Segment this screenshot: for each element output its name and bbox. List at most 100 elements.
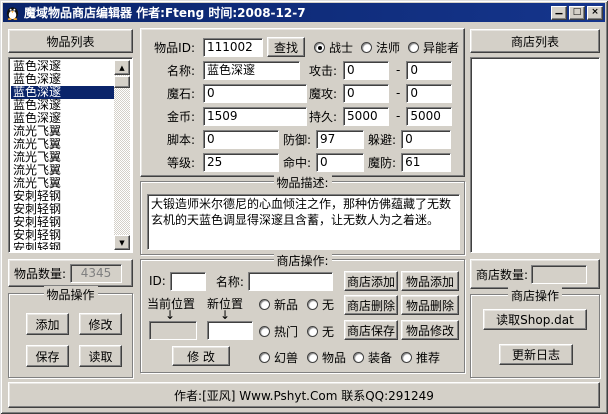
maximize-button[interactable]: □ [569,6,585,20]
description-legend: 物品描述: [273,174,331,191]
title-bar[interactable]: 魔域物品商店编辑器 作者:Fteng 时间:2008-12-7 ▁ □ × [3,3,605,22]
shop-ops-group: 商店操作: ID: 名称: 商店添加 物品添加 当前位置 新位置 ↓ ↓ 新品 … [140,259,465,373]
shop-id-field[interactable] [170,272,206,291]
description-group: 物品描述: 大锻造师米尔德尼的心血倾注之作，那种仿佛蕴藏了无数玄机的天蓝色调显得… [140,181,465,255]
shop-radio-none-2[interactable]: 无 [307,323,334,340]
shop-count-panel: 商店数量: [470,259,600,289]
radio-icon [307,299,318,310]
class-radio-warrior[interactable]: 战士 [314,39,353,56]
maximize-icon: □ [573,8,582,17]
list-item[interactable]: 安刺轻钢 [11,242,114,250]
minimize-icon: ▁ [556,6,563,15]
shop-id-label: ID: [149,274,166,288]
scrollbar-down-button[interactable]: ▼ [114,235,130,250]
shop-item-add-button[interactable]: 物品添加 [401,271,459,291]
durable-max-field[interactable]: 5000 [406,107,452,126]
item-ops-group: 物品操作 添加 修改 保存 读取 [8,293,133,378]
radio-icon [307,326,318,337]
class-radio-psychic[interactable]: 异能者 [408,39,459,56]
read-shopdat-button[interactable]: 读取Shop.dat [483,309,587,330]
shop-name-field[interactable] [248,272,333,291]
dodge-field[interactable]: 0 [401,130,451,149]
scroll-down-icon: ▼ [119,239,124,247]
minimize-button[interactable]: ▁ [551,6,567,20]
radio-icon [401,352,412,363]
down-arrow-icon: ↓ [220,309,230,321]
hit-field[interactable]: 0 [316,153,364,172]
attack-max-field[interactable]: 0 [406,61,452,80]
stone-field[interactable]: 0 [203,84,307,103]
shop-radio-item[interactable]: 物品 [307,349,346,366]
shop-list-header: 商店列表 [470,29,600,53]
update-log-button[interactable]: 更新日志 [499,344,573,365]
shop-list-rows [473,60,597,250]
item-count-field: 4345 [70,264,122,283]
shop-radio-pet[interactable]: 幻兽 [259,349,298,366]
item-modify-button[interactable]: 修改 [79,313,122,335]
shop-ops-side-group: 商店操作 读取Shop.dat 更新日志 [470,294,600,378]
find-button[interactable]: 查找 [267,37,305,57]
item-list-scrollbar[interactable]: ▲ ▼ [114,60,130,250]
shop-radio-equip[interactable]: 装备 [353,349,392,366]
item-listbox[interactable]: 蓝色深邃 蓝色深邃 蓝色深邃 蓝色深邃 蓝色深邃 流光飞翼 流光飞翼 流光飞翼 … [8,57,133,253]
window-title: 魔域物品商店编辑器 作者:Fteng 时间:2008-12-7 [24,4,549,21]
shop-item-delete-button[interactable]: 物品删除 [401,295,459,315]
scroll-up-icon: ▲ [119,64,124,72]
shop-delete-button[interactable]: 商店删除 [344,295,398,315]
shop-save-button[interactable]: 商店保存 [344,320,398,340]
gold-field[interactable]: 1509 [203,107,307,126]
item-add-button[interactable]: 添加 [26,313,69,335]
dodge-label: 躲避: [368,131,396,148]
name-field[interactable]: 蓝色深邃 [203,61,300,80]
class-radio-mage[interactable]: 法师 [361,39,400,56]
penguin-app-icon [5,5,20,20]
shop-name-label: 名称: [216,273,244,290]
defense-field[interactable]: 97 [316,130,364,149]
gold-label: 金币: [145,108,195,125]
close-icon: × [591,8,599,17]
script-field[interactable]: 0 [203,130,279,149]
radio-icon [259,352,270,363]
item-save-button[interactable]: 保存 [26,345,69,367]
shop-radio-none-1[interactable]: 无 [307,296,334,313]
durable-label: 持久: [309,108,337,125]
item-id-field[interactable]: 111002 [203,38,263,57]
scrollbar-thumb[interactable] [114,76,130,88]
shop-listbox[interactable] [470,57,600,253]
mattack-min-field[interactable]: 0 [343,84,389,103]
item-read-button[interactable]: 读取 [79,345,122,367]
current-position-field [149,321,197,340]
shop-radio-new[interactable]: 新品 [259,296,298,313]
level-field[interactable]: 25 [203,153,279,172]
radio-icon [408,42,419,53]
shop-radio-hot[interactable]: 热门 [259,323,298,340]
attack-min-field[interactable]: 0 [343,61,389,80]
shop-count-label: 商店数量: [476,266,528,283]
footer-text: 作者:[亚风] Www.Pshyt.Com 联系QQ:291249 [174,387,434,404]
close-button[interactable]: × [587,6,603,20]
radio-icon [259,299,270,310]
position-modify-button[interactable]: 修 改 [172,346,230,366]
scrollbar-up-button[interactable]: ▲ [114,60,130,75]
range-dash: - [396,63,400,77]
item-list-header: 物品列表 [8,29,133,53]
attack-label: 攻击: [309,62,337,79]
shop-add-button[interactable]: 商店添加 [344,271,398,291]
mattack-max-field[interactable]: 0 [406,84,452,103]
shop-radio-recommend[interactable]: 推荐 [401,349,440,366]
durable-min-field[interactable]: 5000 [343,107,389,126]
mdefense-field[interactable]: 61 [401,153,451,172]
item-list-rows: 蓝色深邃 蓝色深邃 蓝色深邃 蓝色深邃 蓝色深邃 流光飞翼 流光飞翼 流光飞翼 … [11,60,114,250]
hit-label: 命中: [283,154,311,171]
description-textarea[interactable]: 大锻造师米尔德尼的心血倾注之作，那种仿佛蕴藏了无数玄机的天蓝色调显得深邃且含蓄，… [147,194,460,250]
shop-item-modify-button[interactable]: 物品修改 [401,320,459,340]
radio-icon [361,42,372,53]
stone-label: 魔石: [145,85,195,102]
item-id-label: 物品ID: [145,39,195,56]
new-position-field[interactable] [207,321,253,340]
mdefense-label: 魔防: [368,154,396,171]
radio-icon [353,352,364,363]
radio-icon [307,352,318,363]
range-dash: - [396,109,400,123]
item-count-label: 物品数量: [14,265,66,282]
